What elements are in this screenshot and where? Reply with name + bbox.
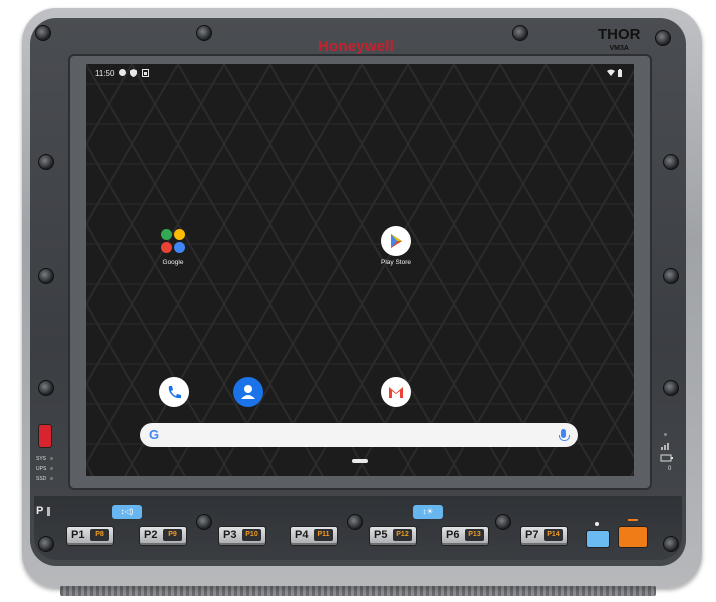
key-p4[interactable]: P4 P11	[290, 526, 338, 546]
blue-function-button[interactable]	[586, 530, 610, 548]
app-play-store[interactable]: Play Store	[369, 226, 423, 266]
dock-contacts[interactable]	[233, 377, 263, 407]
key-p5[interactable]: P5 P12	[369, 526, 417, 546]
brightness-icon: ↕☀	[422, 507, 434, 516]
wifi-icon	[607, 69, 615, 76]
key-p2[interactable]: P2 P9	[139, 526, 187, 546]
orange-function-button[interactable]	[618, 519, 648, 548]
left-indicator-panel: SYS UPS SSD	[36, 424, 54, 482]
app-google-folder[interactable]: Google	[146, 226, 200, 266]
mic-icon[interactable]	[559, 429, 570, 441]
counter-indicator: 0	[668, 466, 672, 472]
brand-logo: Honeywell	[318, 38, 394, 55]
power-button[interactable]	[38, 424, 52, 448]
bottom-vent	[60, 586, 656, 596]
status-time: 11:50	[95, 69, 115, 78]
key-p7[interactable]: P7 P14	[520, 526, 568, 546]
screw	[38, 154, 54, 170]
contacts-icon	[233, 377, 263, 407]
sim-icon	[142, 69, 149, 77]
light-sensor-icon	[660, 430, 686, 440]
model-label: THOR VM3A	[598, 26, 641, 56]
dock-gmail[interactable]	[381, 377, 411, 407]
home-screen[interactable]: 11:50 Google Play Store G	[86, 64, 634, 476]
dock-phone[interactable]	[159, 377, 189, 407]
screw	[347, 514, 363, 530]
sys-indicator: SYS	[36, 456, 54, 462]
p-indicator: P	[36, 505, 51, 517]
google-search-bar[interactable]: G	[140, 423, 578, 447]
screw	[196, 25, 212, 41]
screw	[38, 268, 54, 284]
status-bar: 11:50	[86, 64, 634, 82]
screw	[38, 536, 54, 552]
screw	[35, 25, 51, 41]
indicator-dot	[595, 522, 599, 526]
screw	[663, 536, 679, 552]
ssd-indicator: SSD	[36, 476, 54, 482]
shield-icon	[130, 69, 137, 77]
key-p6[interactable]: P6 P13	[441, 526, 489, 546]
screw	[663, 380, 679, 396]
key-p1[interactable]: P1 P8	[66, 526, 114, 546]
home-gesture-pill[interactable]	[352, 459, 368, 463]
app-label: Google	[162, 259, 184, 266]
screw	[38, 380, 54, 396]
signal-icon	[660, 442, 686, 452]
google-folder-icon	[158, 226, 188, 256]
google-logo-icon: G	[149, 427, 160, 442]
screw	[495, 514, 511, 530]
app-label: Play Store	[381, 259, 411, 266]
battery-status-icon	[660, 454, 686, 464]
notification-dot-icon	[119, 69, 126, 76]
right-indicator-panel: 0	[660, 430, 686, 478]
brightness-button[interactable]: ↕☀	[413, 505, 443, 519]
volume-icon: ↕◁)	[120, 507, 134, 516]
screw	[196, 514, 212, 530]
phone-icon	[159, 377, 189, 407]
gmail-icon	[381, 377, 411, 407]
play-store-icon	[381, 226, 411, 256]
screw	[655, 30, 671, 46]
screw	[512, 25, 528, 41]
volume-button[interactable]: ↕◁)	[112, 505, 142, 519]
key-p3[interactable]: P3 P10	[218, 526, 266, 546]
screw	[663, 154, 679, 170]
battery-icon	[618, 69, 625, 77]
ups-indicator: UPS	[36, 466, 54, 472]
screw	[663, 268, 679, 284]
model-name: THOR	[598, 26, 641, 43]
